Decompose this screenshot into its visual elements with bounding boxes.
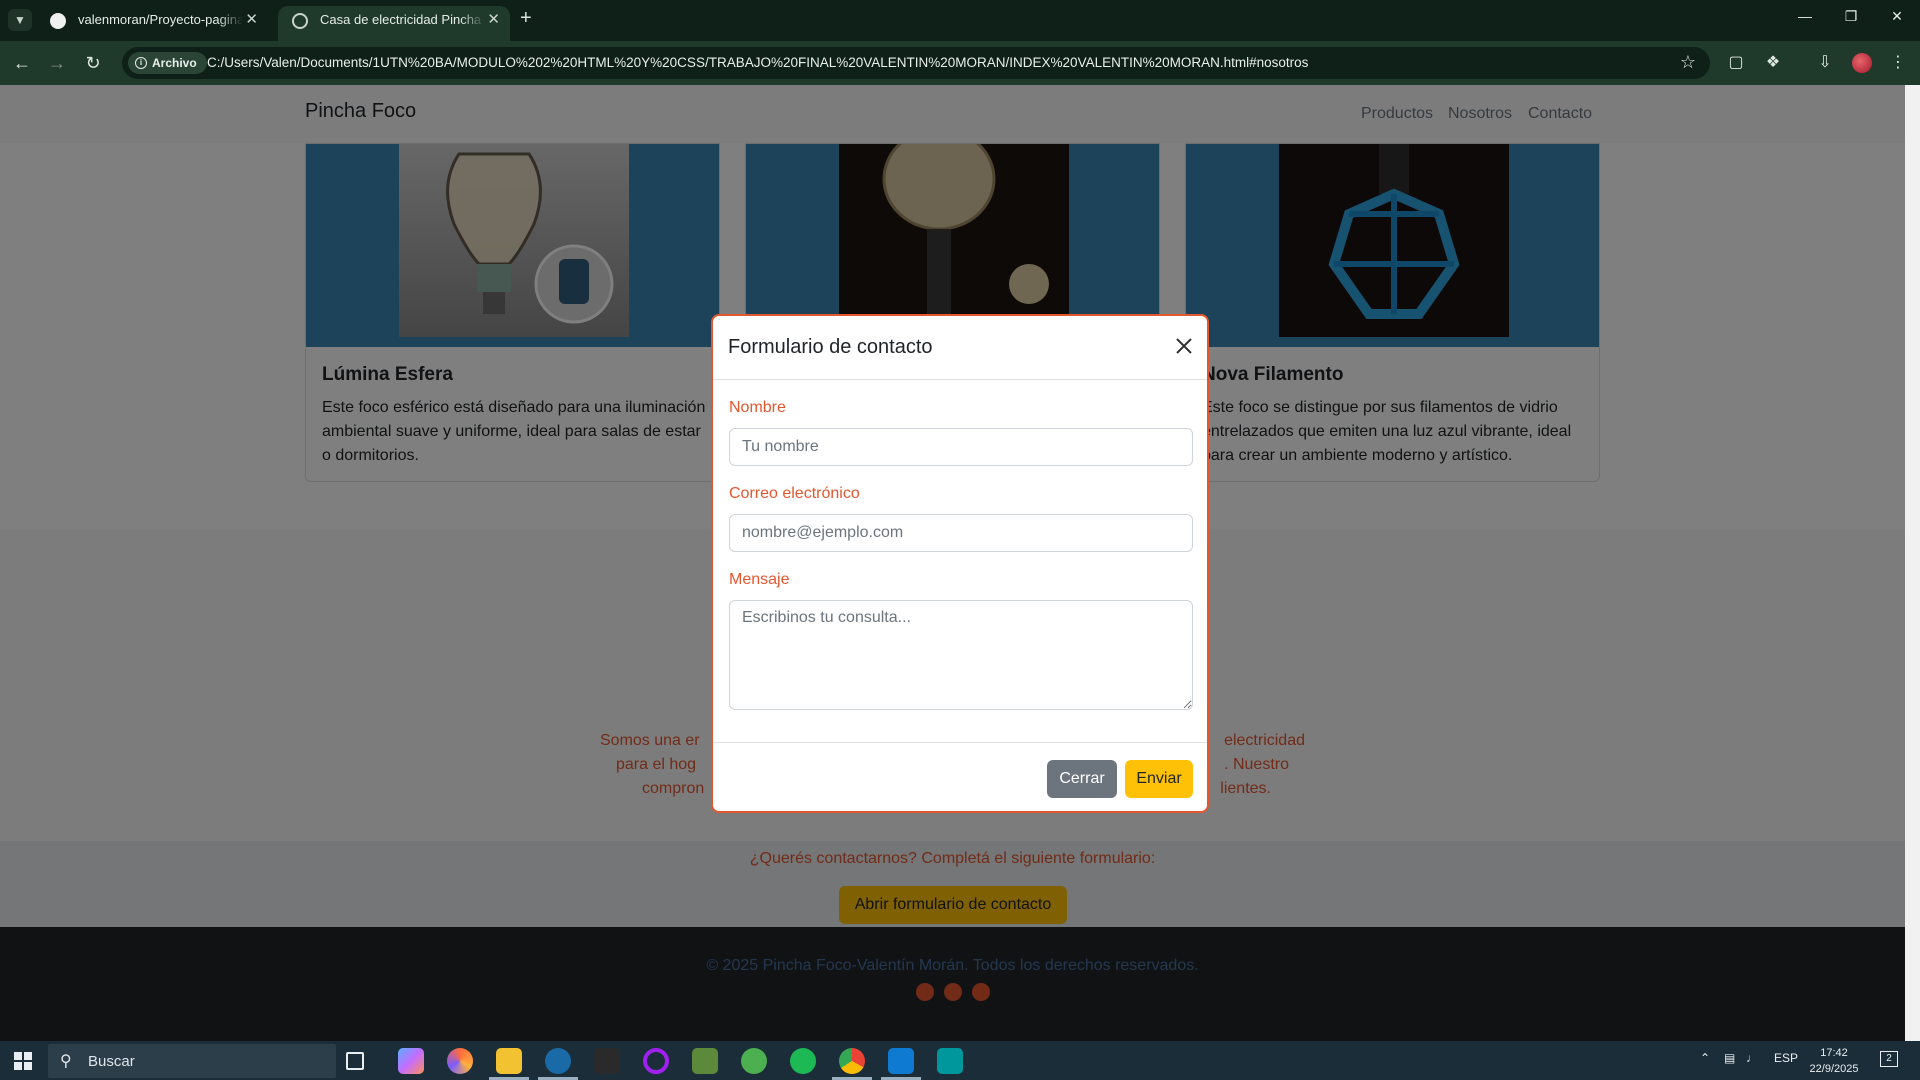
site-info-chip[interactable]: i Archivo (128, 52, 207, 74)
contact-modal: Formulario de contacto Nombre Correo ele… (711, 314, 1209, 813)
steam-icon[interactable] (545, 1048, 571, 1074)
app-ring-icon[interactable] (643, 1048, 669, 1074)
modal-footer: Cerrar Enviar (713, 742, 1207, 811)
language-indicator[interactable]: ESP (1774, 1051, 1798, 1065)
epic-games-icon[interactable] (594, 1048, 620, 1074)
download-icon[interactable]: ⇩ (1815, 53, 1835, 73)
firefox-icon[interactable] (447, 1048, 473, 1074)
arduino-icon[interactable] (937, 1048, 963, 1074)
browser-tabstrip: ▼ valenmoran/Proyecto-pagina-d ✕ Casa de… (0, 0, 1920, 41)
vscode-icon[interactable] (888, 1048, 914, 1074)
close-modal-button[interactable]: Cerrar (1047, 760, 1117, 798)
file-explorer-icon[interactable] (496, 1048, 522, 1074)
clock-time: 17:42 (1820, 1047, 1848, 1059)
task-view-icon[interactable] (346, 1052, 364, 1070)
taskbar-search[interactable]: ⚲ Buscar (48, 1044, 336, 1078)
name-label: Nombre (729, 399, 786, 416)
close-window-icon[interactable]: ✕ (1874, 8, 1920, 25)
profile-avatar[interactable] (1852, 53, 1872, 73)
extensions-icon[interactable]: ❖ (1763, 53, 1783, 73)
chrome-icon[interactable] (839, 1048, 865, 1074)
url-text[interactable]: C:/Users/Valen/Documents/1UTN%20BA/MODUL… (207, 47, 1308, 79)
address-bar[interactable]: i Archivo C:/Users/Valen/Documents/1UTN%… (122, 47, 1710, 79)
notifications-icon[interactable]: 2 (1880, 1051, 1898, 1067)
browser-toolbar: ← → ↻ i Archivo C:/Users/Valen/Documents… (0, 41, 1920, 85)
volume-icon[interactable]: ♩ (1746, 1051, 1758, 1065)
info-icon: i (135, 57, 147, 69)
email-input[interactable] (729, 514, 1193, 552)
email-label: Correo electrónico (729, 485, 860, 502)
windows-taskbar: ⚲ Buscar ⌃ ▤ ♩ ESP 17:42 22/9/2025 2 (0, 1041, 1920, 1080)
send-button[interactable]: Enviar (1125, 760, 1193, 798)
taskbar-clock[interactable]: 17:42 22/9/2025 (1808, 1045, 1860, 1077)
restore-icon[interactable]: ❐ (1828, 8, 1874, 25)
forward-icon[interactable]: → (45, 51, 69, 75)
browser-tab-github[interactable]: valenmoran/Proyecto-pagina-d ✕ (36, 6, 268, 41)
modal-title: Formulario de contacto (728, 336, 933, 358)
copilot-icon[interactable] (398, 1048, 424, 1074)
notification-count: 2 (1886, 1053, 1892, 1064)
extension-puzzle-icon[interactable]: ▢ (1726, 53, 1746, 73)
tab-title: valenmoran/Proyecto-pagina-d (78, 12, 243, 27)
search-icon: ⚲ (60, 1053, 72, 1070)
site-info-label: Archivo (152, 56, 197, 70)
close-tab-icon[interactable]: ✕ (487, 6, 500, 34)
back-icon[interactable]: ← (10, 51, 34, 75)
page-scrollbar[interactable] (1905, 85, 1920, 1041)
browser-tab-active[interactable]: Casa de electricidad Pincha Foc ✕ (278, 6, 510, 41)
modal-header: Formulario de contacto (713, 316, 1207, 380)
tray-chevron-icon[interactable]: ⌃ (1700, 1051, 1710, 1065)
minimize-icon[interactable]: — (1782, 8, 1828, 24)
globe-icon (292, 13, 308, 29)
tab-search-button[interactable]: ▼ (8, 9, 32, 31)
windows-start-icon[interactable] (14, 1052, 32, 1070)
tab-title: Casa de electricidad Pincha Foc (320, 12, 485, 27)
clock-date: 22/9/2025 (1809, 1063, 1859, 1075)
spotify-icon[interactable] (790, 1048, 816, 1074)
taskbar-search-placeholder: Buscar (88, 1053, 135, 1070)
close-tab-icon[interactable]: ✕ (245, 6, 258, 34)
bookmark-star-icon[interactable]: ☆ (1680, 52, 1696, 73)
close-icon[interactable] (1172, 334, 1196, 358)
new-tab-button[interactable]: + (520, 7, 532, 30)
minecraft-icon[interactable] (692, 1048, 718, 1074)
name-input[interactable] (729, 428, 1193, 466)
message-textarea[interactable] (729, 600, 1193, 710)
message-label: Mensaje (729, 571, 790, 588)
github-icon (50, 13, 66, 29)
reload-icon[interactable]: ↻ (81, 51, 105, 75)
network-icon[interactable]: ▤ (1724, 1051, 1735, 1065)
xbox-icon[interactable] (741, 1048, 767, 1074)
browser-menu-icon[interactable]: ⋮ (1888, 53, 1908, 73)
